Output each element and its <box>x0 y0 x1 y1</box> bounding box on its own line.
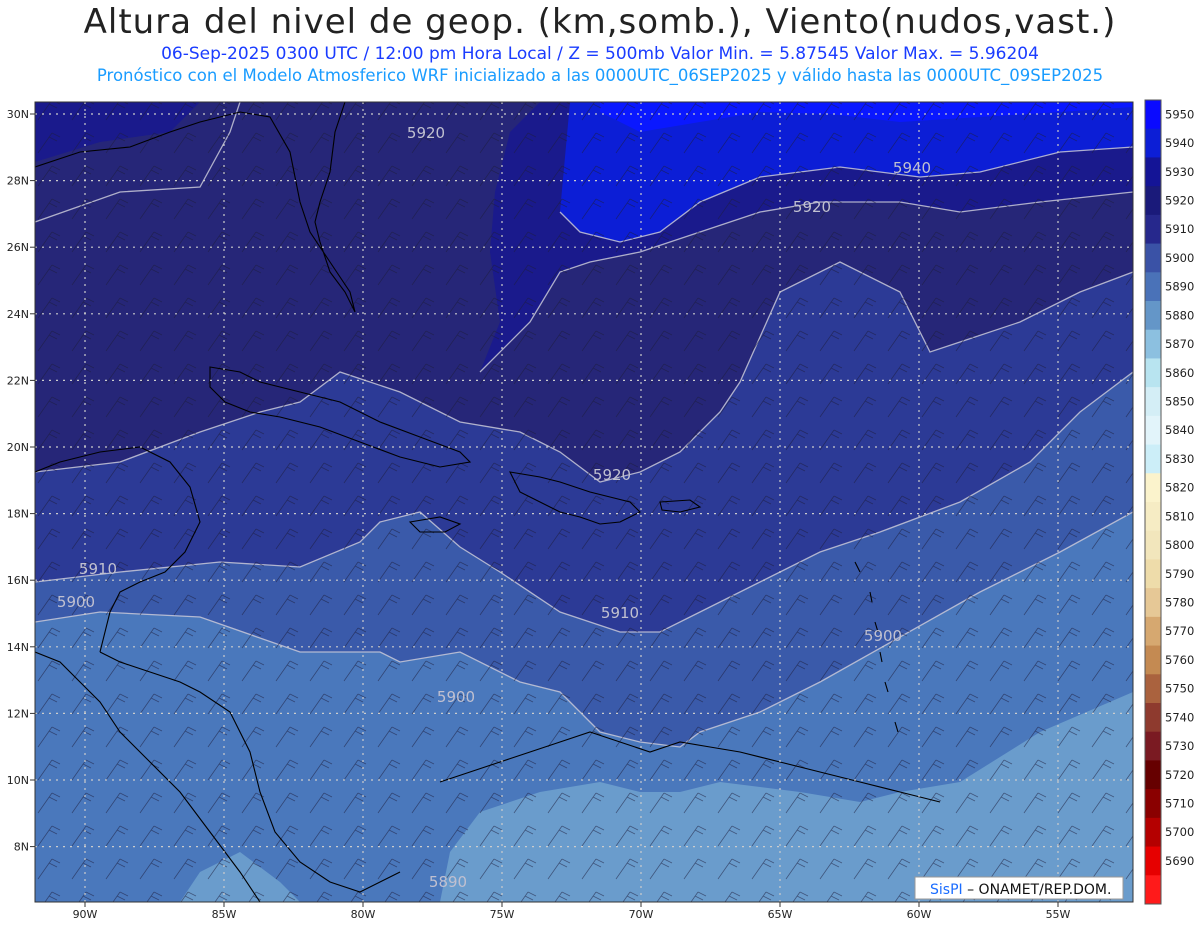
colorbar-label: 5800 <box>1165 538 1194 552</box>
colorbar-label: 5880 <box>1165 308 1194 322</box>
contour-value-label: 5920 <box>593 466 631 484</box>
colorbar-label: 5770 <box>1165 624 1194 638</box>
map-panel: 30N 28N 26N 24N 22N 20N 18N 16N 14N 12N 10N 8N 90W 8… <box>0 92 1200 927</box>
wind-barbs <box>35 102 1133 902</box>
chart-subtitle-model: Pronóstico con el Modelo Atmosferico WRF… <box>96 66 1104 85</box>
colorbar-swatch <box>1145 157 1161 187</box>
colorbar-label: 5850 <box>1165 395 1194 409</box>
lat-tick-label: 8N <box>14 841 29 854</box>
colorbar-label: 5890 <box>1165 280 1194 294</box>
contour-value-label: 5900 <box>864 627 902 645</box>
lat-tick-label: 20N <box>7 441 29 454</box>
contour-value-label: 5920 <box>793 198 831 216</box>
colorbar-swatch <box>1145 473 1161 503</box>
colorbar-label: 5940 <box>1165 136 1194 150</box>
colorbar-label: 5690 <box>1165 854 1194 868</box>
colorbar-swatch <box>1145 760 1161 790</box>
contour-value-label: 5920 <box>407 124 445 142</box>
colorbar-label: 5720 <box>1165 768 1194 782</box>
colorbar-label: 5950 <box>1165 107 1194 121</box>
colorbar-label: 5810 <box>1165 509 1194 523</box>
lat-tick-label: 10N <box>7 774 29 787</box>
longitude-axis: 90W 85W 80W 75W 70W 65W 60W 55W <box>73 902 1071 921</box>
colorbar-swatch <box>1145 817 1161 848</box>
lon-tick-label: 80W <box>351 908 376 921</box>
brand-box: SisPI – ONAMET/REP.DOM. <box>914 876 1124 900</box>
colorbar-label: 5870 <box>1165 337 1194 351</box>
colorbar-swatch <box>1145 387 1161 417</box>
colorbar-swatch <box>1145 358 1161 388</box>
lat-tick-label: 26N <box>7 241 29 254</box>
colorbar-swatch <box>1145 214 1161 245</box>
colorbar-swatch <box>1145 559 1161 589</box>
colorbar-swatch <box>1145 731 1161 761</box>
colorbar-swatch <box>1145 186 1161 216</box>
lon-tick-label: 55W <box>1046 908 1071 921</box>
lat-tick-label: 18N <box>7 508 29 521</box>
lat-tick-label: 22N <box>7 374 29 387</box>
brand-label: SisPI – ONAMET/REP.DOM. <box>930 882 1111 898</box>
lon-tick-label: 75W <box>490 908 515 921</box>
lat-tick-label: 14N <box>7 641 29 654</box>
colorbar-swatch <box>1145 301 1161 331</box>
colorbar-swatch <box>1145 616 1161 647</box>
colorbar-label: 5750 <box>1165 682 1194 696</box>
chart-title: Altura del nivel de geop. (km,somb.), Vi… <box>83 2 1117 42</box>
contour-value-label: 5940 <box>893 159 931 177</box>
lat-tick-label: 16N <box>7 574 29 587</box>
colorbar-label: 5860 <box>1165 366 1194 380</box>
lat-tick-label: 24N <box>7 308 29 321</box>
colorbar-swatch <box>1145 846 1161 876</box>
colorbar-swatch <box>1145 502 1161 532</box>
lon-tick-label: 70W <box>629 908 654 921</box>
colorbar-label: 5900 <box>1165 251 1194 265</box>
colorbar-swatch <box>1145 329 1161 359</box>
colorbar-label: 5790 <box>1165 567 1194 581</box>
colorbar-swatch <box>1145 875 1161 905</box>
chart-subtitle-time: 06-Sep-2025 0300 UTC / 12:00 pm Hora Loc… <box>161 44 1039 64</box>
colorbar-swatch <box>1145 128 1161 158</box>
colorbar-swatch <box>1145 789 1161 819</box>
colorbar-swatch <box>1145 674 1161 704</box>
colorbar: 5950 5940 5930 5920 5910 5900 5890 5880 5870 5860… <box>1144 99 1194 905</box>
weather-map: 30N 28N 26N 24N 22N 20N 18N 16N 14N 12N 10N 8N 90W 8… <box>7 99 1194 921</box>
lon-tick-label: 85W <box>212 908 237 921</box>
colorbar-label: 5930 <box>1165 165 1194 179</box>
latitude-axis: 30N 28N 26N 24N 22N 20N 18N 16N 14N 12N 10N 8N <box>7 108 35 854</box>
colorbar-label: 5920 <box>1165 194 1194 208</box>
colorbar-swatch <box>1145 444 1161 474</box>
colorbar-swatch <box>1145 415 1161 446</box>
lat-tick-label: 12N <box>7 707 29 720</box>
colorbar-label: 5760 <box>1165 653 1194 667</box>
colorbar-label: 5820 <box>1165 481 1194 495</box>
colorbar-label: 5740 <box>1165 710 1194 724</box>
colorbar-swatch <box>1145 588 1161 618</box>
lon-tick-label: 65W <box>768 908 793 921</box>
lon-tick-label: 90W <box>73 908 98 921</box>
colorbar-swatch <box>1145 272 1161 302</box>
lon-tick-label: 60W <box>907 908 932 921</box>
colorbar-swatch <box>1145 243 1161 273</box>
colorbar-label: 5780 <box>1165 596 1194 610</box>
colorbar-label: 5710 <box>1165 797 1194 811</box>
colorbar-label: 5830 <box>1165 452 1194 466</box>
colorbar-swatch <box>1145 703 1161 733</box>
colorbar-label: 5910 <box>1165 222 1194 236</box>
colorbar-swatch <box>1145 100 1161 130</box>
contour-value-label: 5890 <box>429 873 467 891</box>
colorbar-label: 5700 <box>1165 825 1194 839</box>
plot-area <box>35 102 1133 902</box>
contour-value-label: 5910 <box>79 560 117 578</box>
colorbar-label: 5730 <box>1165 739 1194 753</box>
contour-value-label: 5900 <box>57 593 95 611</box>
contour-value-label: 5910 <box>601 604 639 622</box>
colorbar-label: 5840 <box>1165 423 1194 437</box>
lat-tick-label: 28N <box>7 175 29 188</box>
colorbar-swatch <box>1145 645 1161 675</box>
contour-value-label: 5900 <box>437 688 475 706</box>
colorbar-swatch <box>1145 530 1161 560</box>
lat-tick-label: 30N <box>7 108 29 121</box>
